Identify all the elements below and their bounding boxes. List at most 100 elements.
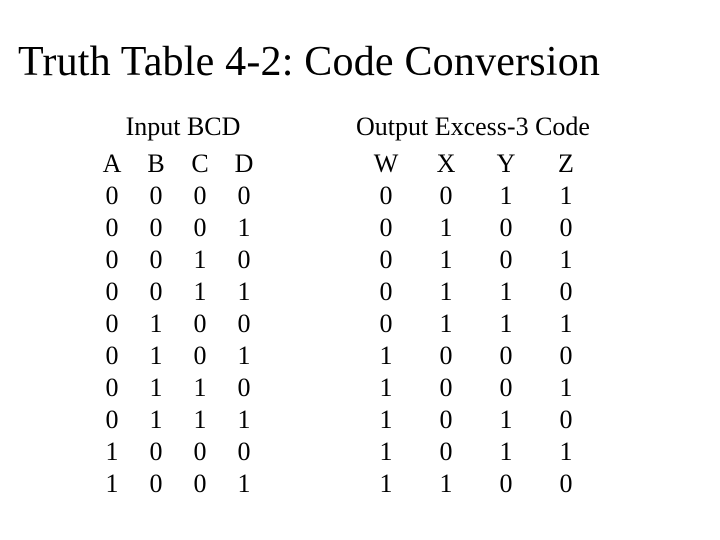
table-cell: 0 — [380, 308, 393, 340]
table-cell: 0 — [560, 212, 573, 244]
input-group-label: Input BCD — [90, 112, 320, 142]
table-cell: 0 — [380, 276, 393, 308]
table-cell: 1 — [380, 404, 393, 436]
table-cell: 1 — [560, 244, 573, 276]
table-cell: 0 — [194, 340, 207, 372]
column-header: C — [191, 148, 208, 180]
table-cell: 0 — [440, 404, 453, 436]
table-column: Y1001100110 — [476, 148, 536, 500]
table-cell: 0 — [106, 244, 119, 276]
table-cell: 0 — [150, 468, 163, 500]
column-header: D — [235, 148, 254, 180]
table-cell: 0 — [380, 212, 393, 244]
table-cell: 1 — [238, 468, 251, 500]
table-cell: 0 — [150, 276, 163, 308]
table-cell: 0 — [106, 340, 119, 372]
table-body: Input BCD A0000000011B0000111100C0011001… — [0, 112, 720, 500]
table-cell: 0 — [440, 372, 453, 404]
table-cell: 0 — [500, 372, 513, 404]
table-cell: 0 — [238, 308, 251, 340]
table-cell: 1 — [440, 212, 453, 244]
table-cell: 1 — [238, 276, 251, 308]
table-cell: 0 — [194, 468, 207, 500]
table-cell: 1 — [150, 372, 163, 404]
table-cell: 1 — [440, 308, 453, 340]
table-cell: 0 — [500, 244, 513, 276]
table-cell: 0 — [106, 372, 119, 404]
table-cell: 1 — [500, 276, 513, 308]
table-cell: 0 — [150, 436, 163, 468]
table-cell: 1 — [560, 372, 573, 404]
table-cell: 0 — [194, 180, 207, 212]
column-header: A — [103, 148, 122, 180]
table-cell: 0 — [500, 340, 513, 372]
table-cell: 1 — [194, 276, 207, 308]
table-column: X0111100001 — [416, 148, 476, 500]
table-cell: 0 — [500, 212, 513, 244]
table-cell: 0 — [560, 404, 573, 436]
table-cell: 1 — [500, 404, 513, 436]
table-cell: 1 — [106, 468, 119, 500]
table-column: W0000011111 — [350, 148, 416, 500]
table-cell: 1 — [380, 436, 393, 468]
table-cell: 1 — [500, 308, 513, 340]
table-cell: 1 — [238, 404, 251, 436]
table-cell: 0 — [194, 436, 207, 468]
table-cell: 1 — [194, 244, 207, 276]
table-cell: 0 — [440, 180, 453, 212]
table-cell: 1 — [440, 276, 453, 308]
table-cell: 1 — [380, 372, 393, 404]
column-header: Y — [497, 148, 516, 180]
table-cell: 0 — [560, 468, 573, 500]
table-cell: 0 — [194, 308, 207, 340]
table-cell: 1 — [150, 340, 163, 372]
table-cell: 0 — [500, 468, 513, 500]
output-group: Output Excess-3 Code W0000011111X0111100… — [350, 112, 670, 500]
table-cell: 0 — [238, 436, 251, 468]
table-cell: 1 — [560, 436, 573, 468]
page-title: Truth Table 4-2: Code Conversion — [18, 38, 702, 86]
table-cell: 1 — [380, 340, 393, 372]
column-header: Z — [558, 148, 574, 180]
table-cell: 0 — [440, 436, 453, 468]
table-cell: 0 — [380, 180, 393, 212]
table-cell: 1 — [500, 180, 513, 212]
table-cell: 1 — [106, 436, 119, 468]
table-cell: 1 — [150, 404, 163, 436]
table-cell: 0 — [150, 244, 163, 276]
table-cell: 1 — [150, 308, 163, 340]
table-cell: 0 — [150, 180, 163, 212]
table-cell: 0 — [194, 212, 207, 244]
table-cell: 0 — [380, 244, 393, 276]
table-cell: 1 — [194, 404, 207, 436]
table-cell: 1 — [560, 308, 573, 340]
table-cell: 1 — [380, 468, 393, 500]
table-cell: 0 — [560, 340, 573, 372]
table-cell: 0 — [106, 276, 119, 308]
table-cell: 0 — [106, 404, 119, 436]
table-cell: 0 — [560, 276, 573, 308]
table-column: Z1010101010 — [536, 148, 596, 500]
table-cell: 0 — [440, 340, 453, 372]
table-cell: 1 — [238, 340, 251, 372]
table-cell: 1 — [440, 468, 453, 500]
column-header: W — [374, 148, 399, 180]
table-column: A0000000011 — [90, 148, 134, 500]
column-header: X — [437, 148, 456, 180]
table-column: C0011001100 — [178, 148, 222, 500]
table-cell: 1 — [500, 436, 513, 468]
table-cell: 0 — [106, 180, 119, 212]
table-column: B0000111100 — [134, 148, 178, 500]
output-group-label: Output Excess-3 Code — [350, 112, 670, 142]
table-cell: 0 — [238, 372, 251, 404]
input-group: Input BCD A0000000011B0000111100C0011001… — [90, 112, 320, 500]
table-cell: 0 — [238, 244, 251, 276]
table-cell: 0 — [150, 212, 163, 244]
table-cell: 1 — [194, 372, 207, 404]
table-cell: 1 — [440, 244, 453, 276]
table-cell: 1 — [560, 180, 573, 212]
table-cell: 1 — [238, 212, 251, 244]
table-column: D0101010101 — [222, 148, 266, 500]
table-cell: 0 — [238, 180, 251, 212]
table-cell: 0 — [106, 308, 119, 340]
